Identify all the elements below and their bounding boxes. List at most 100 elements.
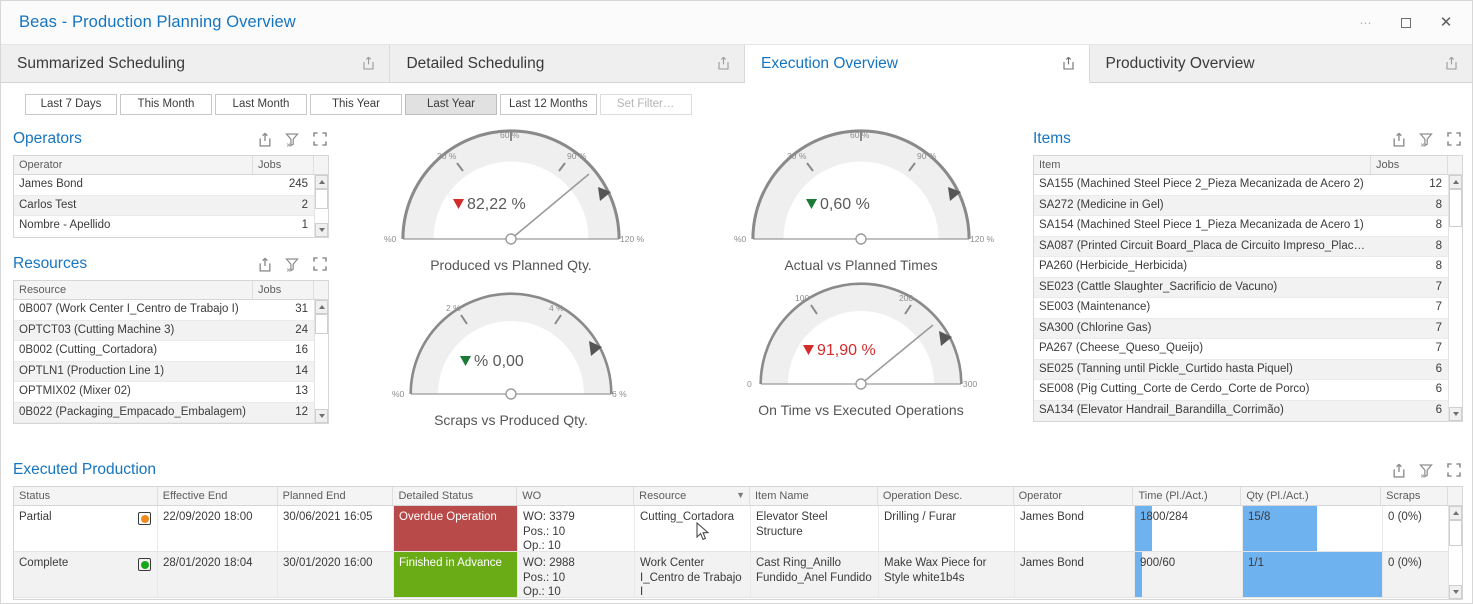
scroll-down-button[interactable] <box>1449 407 1462 421</box>
cell-status: Complete <box>14 552 158 597</box>
scroll-up-button[interactable] <box>315 300 328 314</box>
filter-button-this-month[interactable]: This Month <box>120 94 212 115</box>
share-icon[interactable] <box>1034 55 1075 73</box>
scrollbar-track[interactable] <box>1449 227 1462 407</box>
expand-icon[interactable] <box>1447 463 1461 477</box>
table-row[interactable]: PA260 (Herbicide_Herbicida) 8 <box>1034 257 1462 278</box>
table-row[interactable]: SE008 (Pig Cutting_Corte de Cerdo_Corte … <box>1034 380 1462 401</box>
operators-table[interactable]: Operator Jobs James Bond 245 Carlos Test… <box>13 155 329 238</box>
table-row[interactable]: OPTLN1 (Production Line 1) 14 <box>14 362 328 383</box>
column-operation-desc[interactable]: Operation Desc. <box>878 487 1014 505</box>
share-icon[interactable] <box>334 55 375 73</box>
clear-filter-icon[interactable] <box>285 132 300 147</box>
operators-scrollbar[interactable] <box>314 175 328 237</box>
items-table[interactable]: Item Jobs SA155 (Machined Steel Piece 2_… <box>1033 155 1463 422</box>
filter-button-last-month[interactable]: Last Month <box>215 94 307 115</box>
table-row[interactable]: PA267 (Cheese_Queso_Queijo) 7 <box>1034 339 1462 360</box>
column-resource[interactable]: Resource <box>14 281 253 299</box>
share-icon[interactable] <box>689 55 730 73</box>
column-operator[interactable]: Operator <box>1014 487 1134 505</box>
clear-filter-icon[interactable] <box>285 257 300 272</box>
executed-production-scrollbar[interactable] <box>1448 506 1462 599</box>
scroll-down-button[interactable] <box>1449 585 1462 599</box>
column-wo[interactable]: WO <box>517 487 634 505</box>
clear-filter-icon[interactable] <box>1419 132 1434 147</box>
table-row[interactable]: OPTCT03 (Cutting Machine 3) 24 <box>14 321 328 342</box>
scrollbar-track[interactable] <box>315 334 328 409</box>
expand-icon[interactable] <box>313 132 327 146</box>
tab-productivity-overview[interactable]: Productivity Overview <box>1090 45 1472 82</box>
table-row[interactable]: OPTMIX02 (Mixer 02) 13 <box>14 382 328 403</box>
table-row[interactable]: SE025 (Tanning until Pickle_Curtido hast… <box>1034 360 1462 381</box>
table-row[interactable]: SE023 (Cattle Slaughter_Sacrificio de Va… <box>1034 278 1462 299</box>
table-row[interactable]: James Bond 245 <box>14 175 328 196</box>
expand-icon[interactable] <box>1447 132 1461 146</box>
cell-jobs: 7 <box>1371 319 1448 339</box>
tab-summarized-scheduling[interactable]: Summarized Scheduling <box>1 45 390 82</box>
export-icon[interactable] <box>258 132 272 147</box>
chevron-down-icon <box>319 228 325 232</box>
scrollbar-thumb[interactable] <box>1449 189 1462 227</box>
column-planned-end[interactable]: Planned End <box>278 487 394 505</box>
scrollbar-thumb[interactable] <box>1449 520 1462 546</box>
column-item[interactable]: Item <box>1034 156 1371 174</box>
clear-filter-icon[interactable] <box>1419 463 1434 478</box>
table-row[interactable]: SE003 (Maintenance) 7 <box>1034 298 1462 319</box>
column-item-name[interactable]: Item Name <box>750 487 878 505</box>
table-row[interactable]: 0B022 (Packaging_Empacado_Embalagem) 12 <box>14 403 328 424</box>
scrollbar-track[interactable] <box>1449 546 1462 585</box>
table-row[interactable]: Partial 22/09/2020 18:00 30/06/2021 16:0… <box>14 506 1462 552</box>
column-scraps[interactable]: Scraps <box>1381 487 1448 505</box>
more-options-button[interactable]: ⋯ <box>1346 8 1386 38</box>
export-icon[interactable] <box>258 257 272 272</box>
tab-execution-overview[interactable]: Execution Overview <box>745 45 1090 83</box>
close-button[interactable]: ✕ <box>1426 8 1466 38</box>
share-icon[interactable] <box>1417 55 1458 73</box>
table-row[interactable]: 0B007 (Work Center I_Centro de Trabajo I… <box>14 300 328 321</box>
table-row[interactable]: Carlos Test 2 <box>14 196 328 217</box>
scrollbar-track[interactable] <box>315 209 328 223</box>
scroll-up-button[interactable] <box>1449 175 1462 189</box>
expand-icon[interactable] <box>313 257 327 271</box>
column-resource[interactable]: Resource ▼ <box>634 487 750 505</box>
column-jobs[interactable]: Jobs <box>253 156 314 174</box>
table-row[interactable]: SA272 (Medicine in Gel) 8 <box>1034 196 1462 217</box>
export-icon[interactable] <box>1392 132 1406 147</box>
scroll-up-button[interactable] <box>1449 506 1462 520</box>
items-scrollbar[interactable] <box>1448 175 1462 421</box>
resources-table[interactable]: Resource Jobs 0B007 (Work Center I_Centr… <box>13 280 329 424</box>
export-icon[interactable] <box>1392 463 1406 478</box>
filter-button-set-filter[interactable]: Set Filter… <box>600 94 692 115</box>
cell-wo: WO: 2988 Pos.: 10 Op.: 10 <box>518 552 635 597</box>
column-operator[interactable]: Operator <box>14 156 253 174</box>
scroll-up-button[interactable] <box>315 175 328 189</box>
column-jobs[interactable]: Jobs <box>1371 156 1448 174</box>
table-row[interactable]: Complete 28/01/2020 18:04 30/01/2020 16:… <box>14 552 1462 598</box>
table-row[interactable]: SA155 (Machined Steel Piece 2_Pieza Meca… <box>1034 175 1462 196</box>
chevron-up-icon <box>1453 180 1459 184</box>
column-jobs[interactable]: Jobs <box>253 281 314 299</box>
table-row[interactable]: SA154 (Machined Steel Piece 1_Pieza Meca… <box>1034 216 1462 237</box>
table-row[interactable]: SA300 (Chlorine Gas) 7 <box>1034 319 1462 340</box>
column-status[interactable]: Status <box>14 487 158 505</box>
tab-detailed-scheduling[interactable]: Detailed Scheduling <box>390 45 745 82</box>
filter-button-last-7-days[interactable]: Last 7 Days <box>25 94 117 115</box>
table-row[interactable]: 0B002 (Cutting_Cortadora) 16 <box>14 341 328 362</box>
table-row[interactable]: SA087 (Printed Circuit Board_Placa de Ci… <box>1034 237 1462 258</box>
scroll-down-button[interactable] <box>315 409 328 423</box>
filter-button-last-12-months[interactable]: Last 12 Months <box>500 94 597 115</box>
scrollbar-thumb[interactable] <box>315 314 328 334</box>
filter-button-last-year[interactable]: Last Year <box>405 94 497 115</box>
column-detailed-status[interactable]: Detailed Status <box>393 487 517 505</box>
table-row[interactable]: SA134 (Elevator Handrail_Barandilla_Corr… <box>1034 401 1462 422</box>
resources-scrollbar[interactable] <box>314 300 328 423</box>
maximize-button[interactable] <box>1386 8 1426 38</box>
executed-production-table[interactable]: Status Effective End Planned End Detaile… <box>13 486 1463 600</box>
scroll-down-button[interactable] <box>315 223 328 237</box>
column-effective-end[interactable]: Effective End <box>158 487 278 505</box>
filter-button-this-year[interactable]: This Year <box>310 94 402 115</box>
table-row[interactable]: Nombre - Apellido 1 <box>14 216 328 237</box>
scrollbar-thumb[interactable] <box>315 189 328 209</box>
column-qty[interactable]: Qty (Pl./Act.) <box>1241 487 1381 505</box>
column-time[interactable]: Time (Pl./Act.) <box>1133 487 1241 505</box>
